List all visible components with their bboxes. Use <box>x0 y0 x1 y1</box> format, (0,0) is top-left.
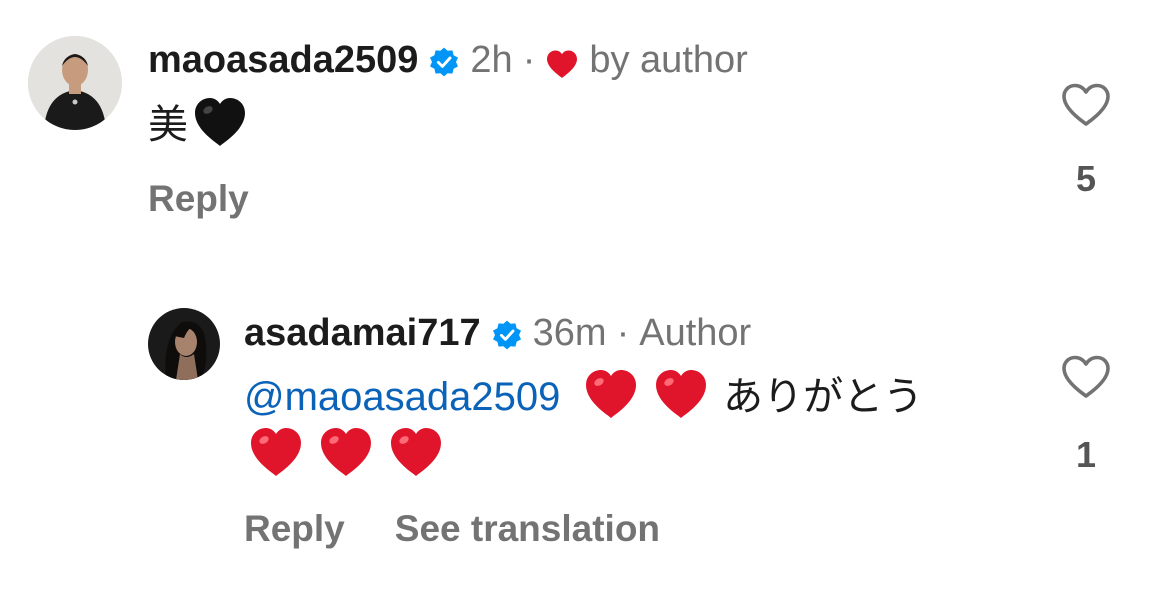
red-heart-icon <box>248 426 304 478</box>
comment-text-line-2 <box>248 426 458 483</box>
reply-button[interactable]: Reply <box>244 508 345 550</box>
black-heart-icon <box>192 96 248 148</box>
like-heart-icon[interactable] <box>1060 82 1112 128</box>
red-heart-icon <box>583 368 639 420</box>
liked-by-author-label: by author <box>589 39 748 81</box>
like-heart-icon[interactable] <box>1060 354 1112 400</box>
comment-actions: Reply See translation <box>244 508 710 550</box>
verified-badge-icon <box>428 44 460 77</box>
comment-text: 美 <box>148 96 262 153</box>
avatar-image <box>148 308 220 380</box>
username[interactable]: asadamai717 <box>244 311 481 355</box>
like-count: 1 <box>1075 434 1097 475</box>
separator-dot: · <box>616 312 630 354</box>
comment-time: 36m <box>532 312 607 354</box>
like-section: 1 <box>1056 354 1116 476</box>
comment-actions: Reply <box>148 178 299 220</box>
red-heart-icon <box>388 426 444 478</box>
red-heart-icon <box>318 426 374 478</box>
author-liked-heart-icon <box>545 45 579 78</box>
comment-text-content: ありがとう <box>723 374 924 420</box>
reply-button[interactable]: Reply <box>148 178 249 220</box>
avatar[interactable] <box>28 36 122 130</box>
avatar[interactable] <box>148 308 220 380</box>
avatar-image <box>28 36 122 130</box>
red-heart-icon <box>653 368 709 420</box>
like-count: 5 <box>1075 158 1097 199</box>
comment-time: 2h <box>470 39 513 81</box>
author-badge: Author <box>639 312 752 354</box>
see-translation-button[interactable]: See translation <box>395 508 660 550</box>
comment-header: asadamai717 36m · Author <box>244 311 751 355</box>
verified-badge-icon <box>491 317 523 350</box>
like-section: 5 <box>1056 82 1116 200</box>
comment-text: @maoasada2509 ありがとう <box>244 368 923 425</box>
username[interactable]: maoasada2509 <box>148 38 418 82</box>
mention-link[interactable]: @maoasada2509 <box>244 375 560 419</box>
comment-text-content: 美 <box>148 102 188 148</box>
comment-header: maoasada2509 2h · by author <box>148 38 748 82</box>
separator-dot: · <box>522 39 536 81</box>
